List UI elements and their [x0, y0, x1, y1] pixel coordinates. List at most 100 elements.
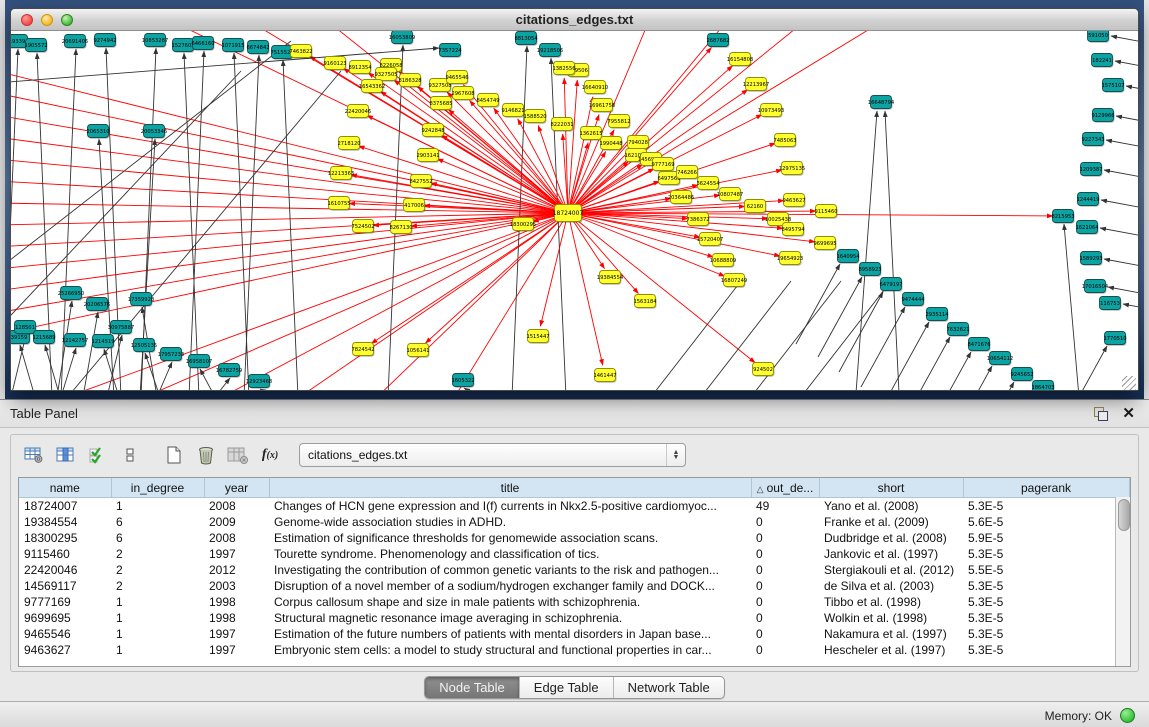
- graph-node[interactable]: 16648794: [868, 96, 895, 110]
- table-row[interactable]: 977716911998Corpus callosum shape and si…: [19, 594, 1129, 610]
- graph-edge[interactable]: [11, 71, 241, 331]
- graph-node[interactable]: 2967608: [451, 87, 474, 101]
- graph-node[interactable]: 746266: [677, 166, 699, 180]
- memory-status-indicator[interactable]: [1120, 708, 1135, 723]
- graph-node[interactable]: 8375685: [429, 97, 452, 111]
- column-header-in-degree[interactable]: in_degree: [111, 478, 204, 498]
- table-cell[interactable]: 0: [751, 530, 819, 546]
- window-resize-grip[interactable]: [1122, 376, 1136, 390]
- table-cell[interactable]: 5.3E-5: [963, 642, 1129, 658]
- table-cell[interactable]: Changes of HCN gene expression and I(f) …: [269, 498, 751, 515]
- table-cell[interactable]: 0: [751, 594, 819, 610]
- graph-node[interactable]: 8454749: [476, 94, 499, 108]
- graph-edge[interactable]: [1064, 224, 1079, 391]
- graph-node[interactable]: 1621064: [1075, 221, 1099, 235]
- table-cell[interactable]: Tibbo et al. (1998): [819, 594, 963, 610]
- graph-node[interactable]: 9242848: [421, 124, 444, 138]
- table-cell[interactable]: 9699695: [19, 610, 111, 626]
- table-cell[interactable]: Dudbridge et al. (2008): [819, 530, 963, 546]
- graph-node[interactable]: 9115460: [814, 205, 837, 219]
- graph-node[interactable]: 19218506: [537, 44, 563, 58]
- table-cell[interactable]: 1998: [204, 594, 269, 610]
- table-cell[interactable]: 2012: [204, 562, 269, 578]
- table-cell[interactable]: 1997: [204, 626, 269, 642]
- graph-edge[interactable]: [1063, 346, 1107, 391]
- graph-node[interactable]: 1864703: [1031, 381, 1054, 392]
- graph-node[interactable]: 1071915: [221, 39, 244, 53]
- table-cell[interactable]: Disruption of a novel member of a sodium…: [269, 578, 751, 594]
- table-cell[interactable]: 2008: [204, 530, 269, 546]
- table-cell[interactable]: 18724007: [19, 498, 111, 515]
- graph-node[interactable]: 16053809: [389, 31, 415, 45]
- graph-edge[interactable]: [568, 31, 811, 213]
- table-cell[interactable]: 1997: [204, 546, 269, 562]
- network-graph[interactable]: 1933919055722069140692749421085328715276…: [11, 31, 1138, 391]
- graph-edge[interactable]: [140, 139, 155, 391]
- graph-edge[interactable]: [796, 264, 840, 344]
- graph-node[interactable]: 6674842: [246, 41, 269, 55]
- table-row[interactable]: 946554611997Estimation of the future num…: [19, 626, 1129, 642]
- table-cell[interactable]: 5.5E-5: [963, 562, 1129, 578]
- graph-edge[interactable]: [11, 213, 568, 291]
- graph-edge[interactable]: [244, 55, 259, 391]
- graph-edge[interactable]: [367, 115, 568, 213]
- graph-node[interactable]: 9777169: [651, 158, 674, 172]
- graph-edge[interactable]: [1126, 86, 1138, 100]
- graph-edge[interactable]: [464, 388, 479, 391]
- table-cell[interactable]: 2: [111, 546, 204, 562]
- table-cell[interactable]: 0: [751, 546, 819, 562]
- graph-edge[interactable]: [1106, 140, 1138, 154]
- graph-edge[interactable]: [388, 45, 403, 391]
- graph-node[interactable]: 7386372: [686, 213, 709, 227]
- graph-node[interactable]: 9245652: [1010, 368, 1033, 382]
- table-row[interactable]: 969969511998Structural magnetic resonanc…: [19, 610, 1129, 626]
- graph-node[interactable]: 1770510: [1103, 332, 1126, 346]
- graph-node[interactable]: 1640954: [836, 250, 860, 264]
- table-row[interactable]: 1456911722003Disruption of a novel membe…: [19, 578, 1129, 594]
- table-cell[interactable]: Jankovic et al. (1997): [819, 546, 963, 562]
- graph-edge[interactable]: [451, 213, 568, 391]
- rows-icon[interactable]: [117, 442, 143, 468]
- zoom-window-button[interactable]: [61, 14, 73, 26]
- network-view-window[interactable]: citations_edges.txt 19339190557220691406…: [10, 8, 1139, 391]
- table-settings-icon[interactable]: [21, 442, 47, 468]
- graph-node[interactable]: 116753: [1100, 297, 1122, 311]
- graph-edge[interactable]: [839, 292, 883, 372]
- graph-node[interactable]: 16782759: [216, 364, 242, 378]
- graph-edge[interactable]: [1115, 61, 1138, 75]
- graph-node[interactable]: 10853287: [142, 34, 168, 48]
- graph-node[interactable]: 62160: [745, 200, 767, 214]
- graph-node[interactable]: 1563184: [633, 295, 657, 309]
- graph-node[interactable]: 17359928: [128, 293, 154, 307]
- graph-edge[interactable]: [45, 345, 60, 391]
- graph-node[interactable]: 9699695: [813, 237, 836, 251]
- graph-node[interactable]: 17016504: [1082, 280, 1109, 294]
- table-cell[interactable]: Tourette syndrome. Phenomenology and cla…: [269, 546, 751, 562]
- graph-node[interactable]: 7632621: [946, 323, 969, 337]
- table-row[interactable]: 2242004622012Investigating the contribut…: [19, 562, 1129, 578]
- table-cell[interactable]: 5.9E-5: [963, 530, 1129, 546]
- table-cell[interactable]: Yano et al. (2008): [819, 498, 963, 515]
- graph-edge[interactable]: [83, 312, 98, 391]
- graph-node[interactable]: 8267130: [389, 221, 412, 235]
- graph-edge[interactable]: [157, 362, 172, 391]
- table-cell[interactable]: 1: [111, 498, 204, 515]
- graph-node[interactable]: 12142757: [62, 334, 88, 348]
- table-cell[interactable]: Nakamura et al. (1997): [819, 626, 963, 642]
- graph-node[interactable]: 12213363: [328, 167, 354, 181]
- graph-node[interactable]: 1588520: [523, 110, 546, 124]
- graph-edge[interactable]: [701, 281, 791, 391]
- graph-node[interactable]: 1214519: [91, 335, 114, 349]
- graph-node[interactable]: 22420046: [345, 105, 371, 119]
- graph-node[interactable]: 7955812: [607, 115, 630, 129]
- table-cell[interactable]: 0: [751, 610, 819, 626]
- close-panel-icon[interactable]: ✕: [1122, 407, 1135, 421]
- table-cell[interactable]: 9777169: [19, 594, 111, 610]
- graph-node[interactable]: 7524502: [351, 220, 374, 234]
- graph-node[interactable]: 16807249: [721, 274, 747, 288]
- graph-node[interactable]: 8427552: [409, 175, 432, 189]
- graph-node[interactable]: 1990448: [599, 137, 622, 151]
- minimize-window-button[interactable]: [41, 14, 53, 26]
- table-cell[interactable]: 6: [111, 514, 204, 530]
- graph-node[interactable]: 18300295: [510, 218, 536, 232]
